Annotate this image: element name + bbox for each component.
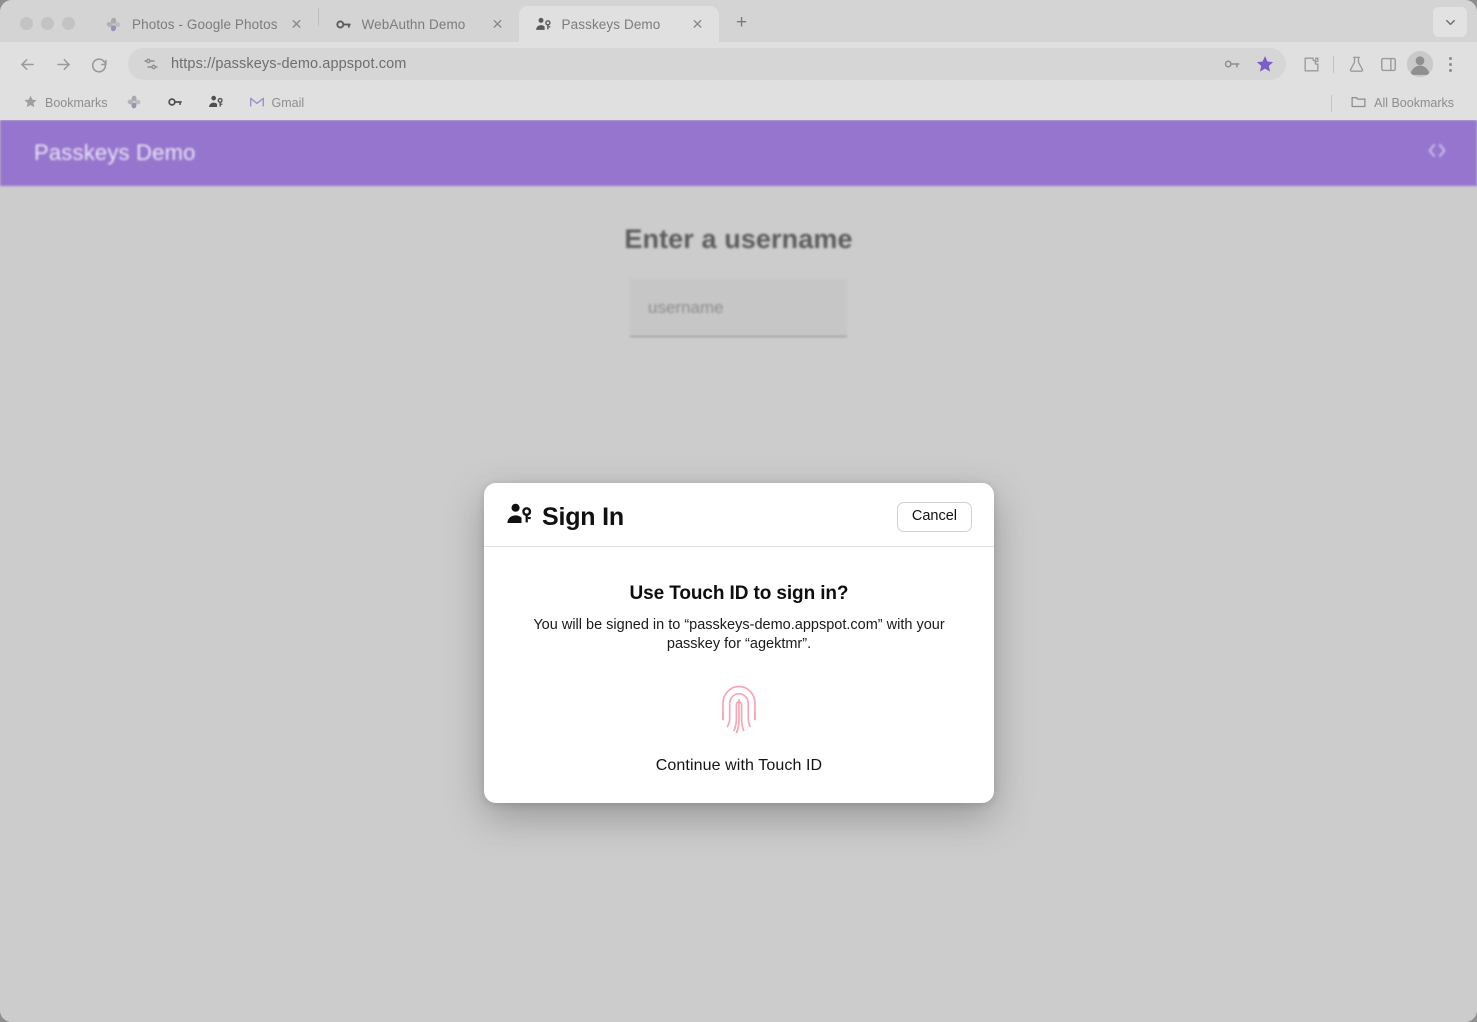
person-key-icon [535,16,552,33]
labs-flask-icon[interactable] [1341,49,1371,79]
tab-title: Passkeys Demo [561,16,661,32]
address-bar[interactable]: https://passkeys-demo.appspot.com [128,48,1286,80]
tab-strip: Photos - Google Photos ✕ WebAuthn Demo ✕ [0,0,1477,42]
cancel-button[interactable]: Cancel [896,502,972,532]
site-settings-tune-icon[interactable] [142,55,160,73]
browser-toolbar: https://passkeys-demo.appspot.com [0,42,1477,86]
tab-photos-google-photos[interactable]: Photos - Google Photos ✕ [89,6,318,42]
gmail-icon [249,94,265,113]
tab-title: WebAuthn Demo [361,16,466,32]
password-key-icon[interactable] [1223,55,1241,73]
bookmark-label: Bookmarks [45,96,108,110]
back-button[interactable] [10,47,44,81]
tab-passkeys-demo[interactable]: Passkeys Demo ✕ [518,6,719,42]
dialog-header: Sign In Cancel [484,483,994,547]
web-page: Passkeys Demo Enter a username username … [0,120,1477,1022]
bookmarks-separator [1331,94,1333,112]
dialog-description: You will be signed in to “passkeys-demo.… [533,617,945,652]
tab-search-chevron-down-icon[interactable] [1433,7,1467,37]
all-bookmarks-label: All Bookmarks [1374,96,1454,110]
bookmark-item-webauthn[interactable] [158,90,199,117]
tab-close-icon[interactable]: ✕ [489,15,507,33]
minimize-window-button[interactable] [41,17,54,30]
side-panel-icon[interactable] [1373,49,1403,79]
key-icon [335,16,352,33]
bookmark-item-google-photos[interactable] [117,90,158,117]
key-icon [167,94,183,113]
bookmarks-bar: Bookmarks Gmail All Bookmarks [0,86,1477,120]
reload-button[interactable] [82,47,116,81]
browser-window: Photos - Google Photos ✕ WebAuthn Demo ✕ [0,0,1477,1022]
avatar[interactable] [1407,51,1433,77]
maximize-window-button[interactable] [62,17,75,30]
continue-with-touch-id-label[interactable]: Continue with Touch ID [524,757,954,775]
person-key-icon [208,94,224,113]
bookmark-item-passkeys[interactable] [199,90,240,117]
sign-in-dialog: Sign In Cancel Use Touch ID to sign in? … [484,483,994,804]
url-text[interactable]: https://passkeys-demo.appspot.com [171,56,1212,72]
new-tab-button[interactable]: + [727,8,757,38]
person-key-icon [506,501,533,533]
tab-close-icon[interactable]: ✕ [689,15,707,33]
google-photos-icon [105,16,122,33]
bookmark-item-bookmarks[interactable]: Bookmarks [14,90,117,116]
tab-title: Photos - Google Photos [132,16,278,32]
toolbar-separator [1333,55,1334,73]
google-photos-icon [126,94,142,113]
bookmark-star-filled-icon[interactable] [1252,51,1278,77]
dialog-question: Use Touch ID to sign in? [629,583,849,604]
profile-avatar-icon[interactable] [1405,49,1435,79]
extensions-puzzle-icon[interactable] [1296,49,1326,79]
window-traffic-lights [0,17,89,42]
dialog-title: Sign In [542,502,624,531]
tab-webauthn-demo[interactable]: WebAuthn Demo ✕ [319,6,519,42]
all-bookmarks-button[interactable]: All Bookmarks [1341,89,1463,117]
bookmark-label: Gmail [271,96,305,110]
tab-close-icon[interactable]: ✕ [288,15,306,33]
bookmark-item-gmail[interactable]: Gmail [240,90,314,117]
forward-button[interactable] [46,47,80,81]
close-window-button[interactable] [20,17,33,30]
fingerprint-icon[interactable] [711,681,767,737]
star-icon [23,94,38,112]
dialog-body: Use Touch ID to sign in? You will be sig… [484,547,994,803]
folder-icon [1350,93,1367,113]
chrome-menu-icon[interactable] [1437,56,1463,72]
